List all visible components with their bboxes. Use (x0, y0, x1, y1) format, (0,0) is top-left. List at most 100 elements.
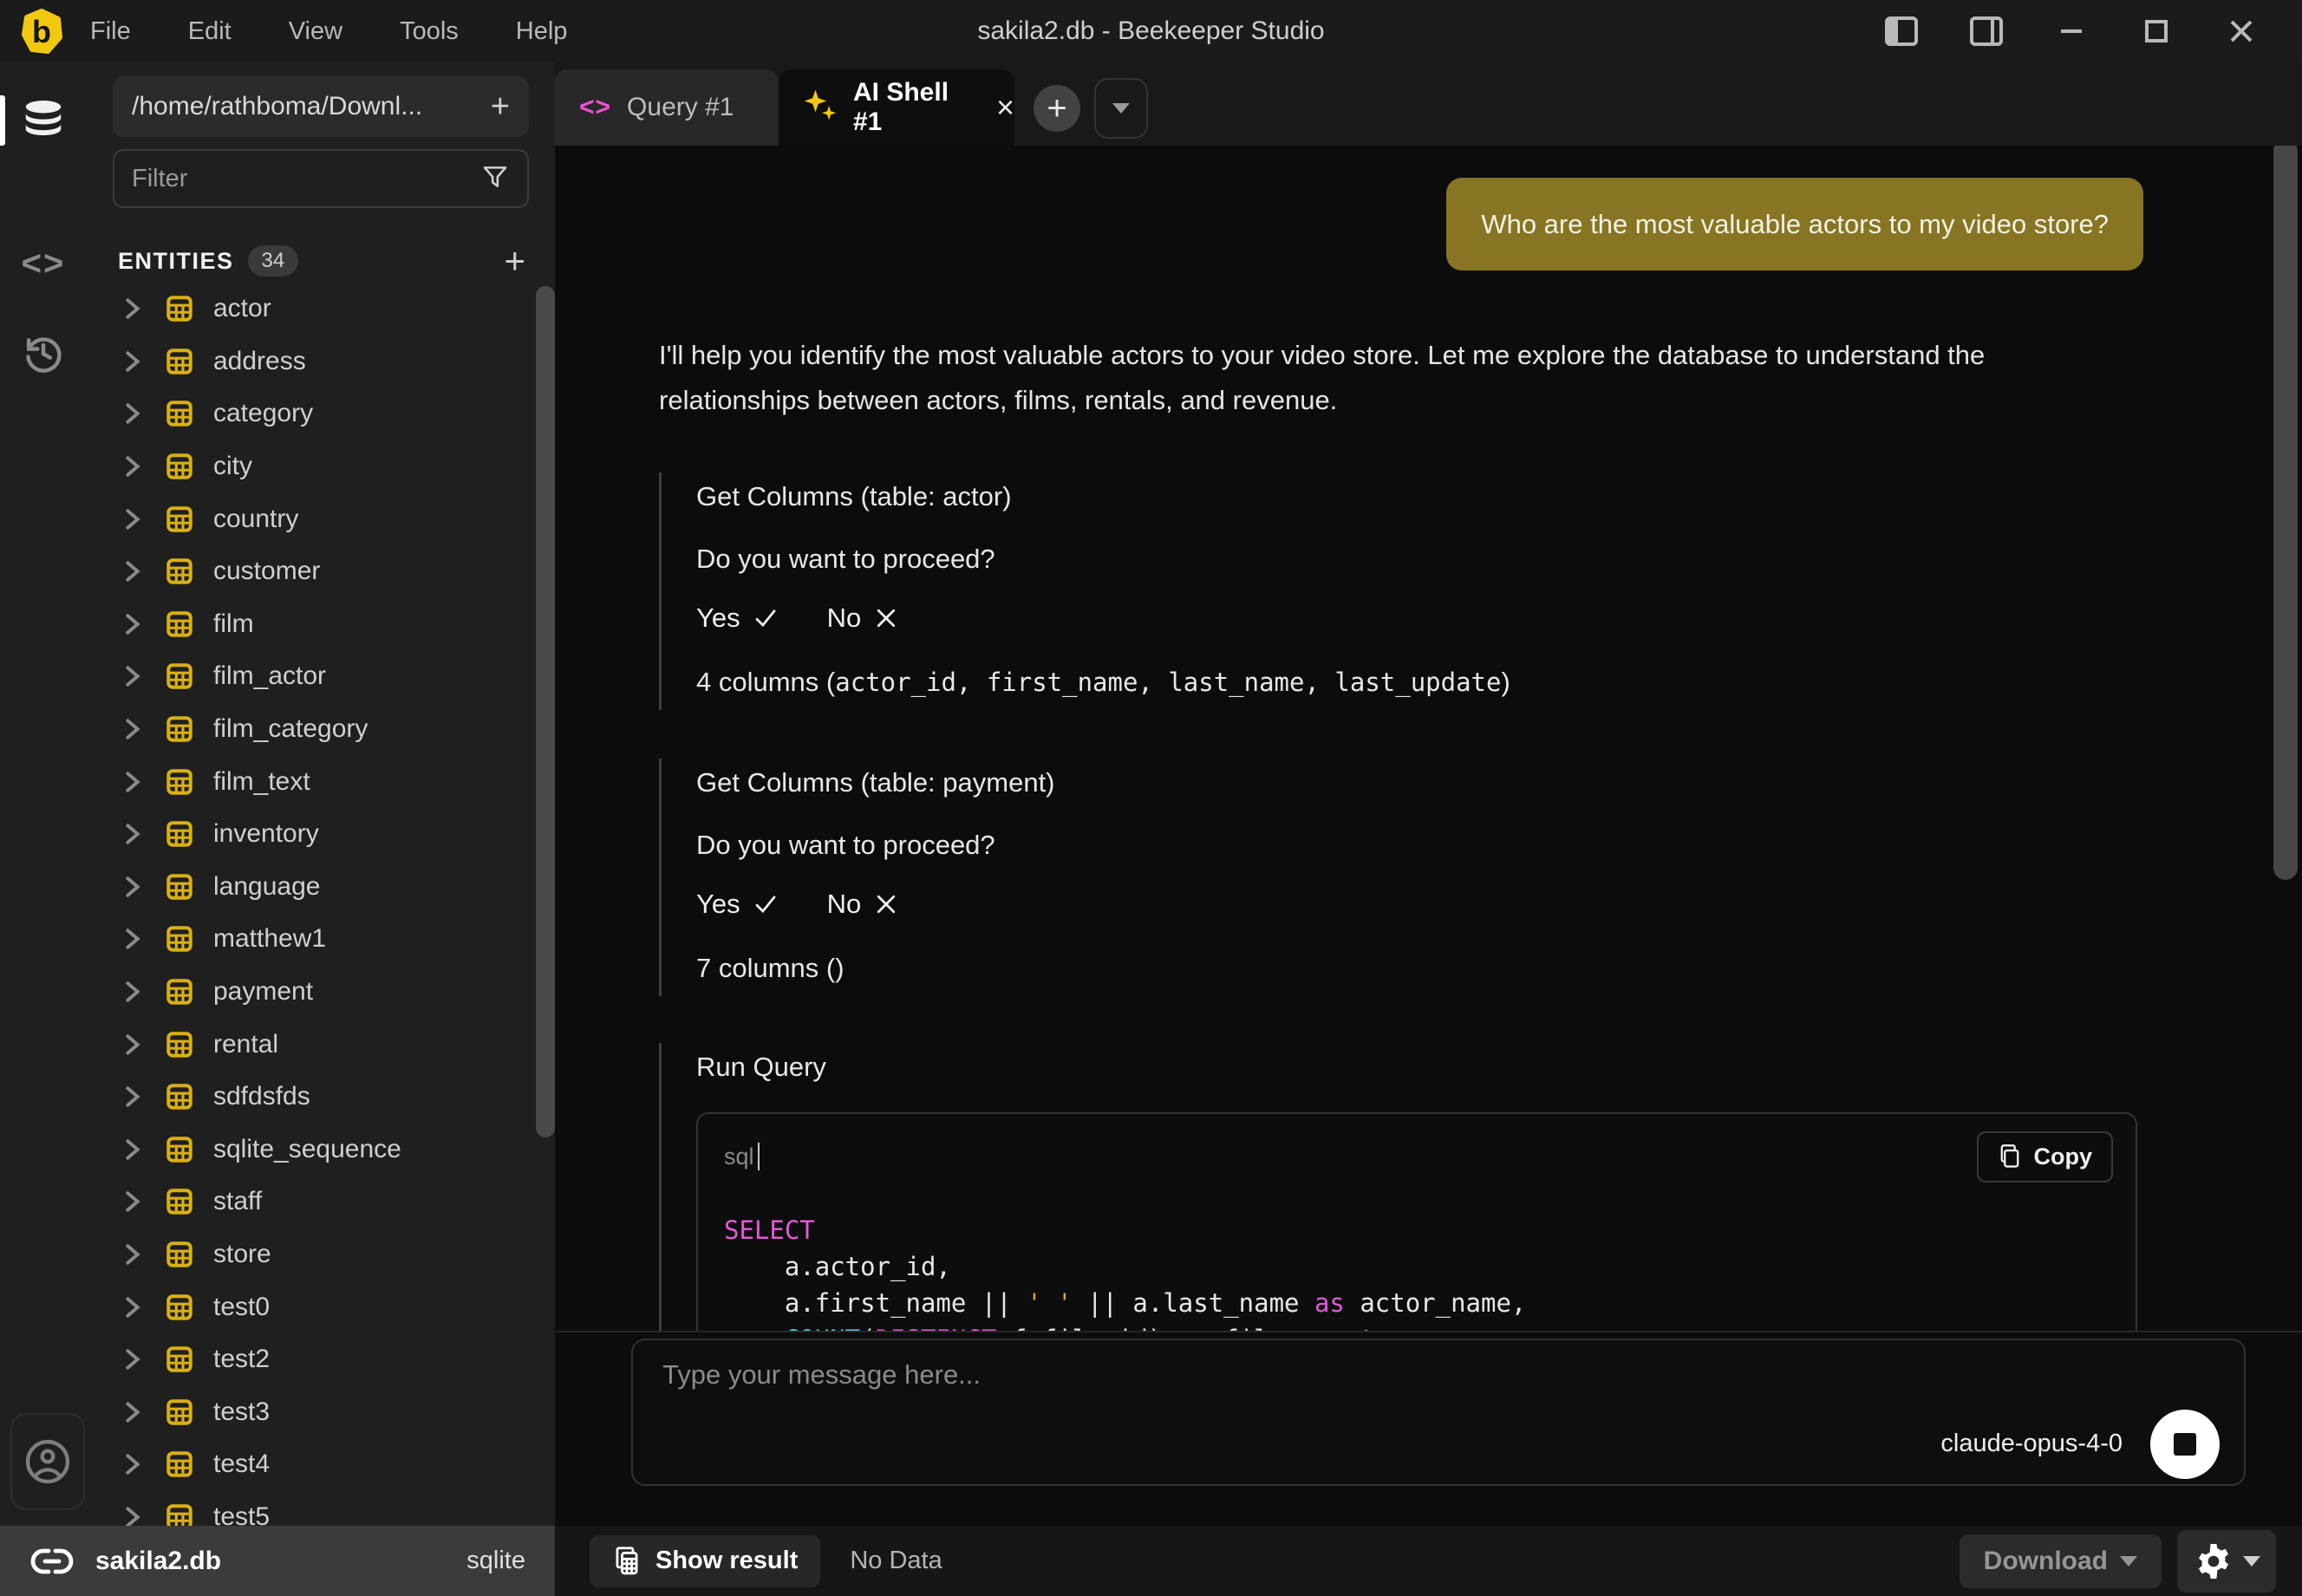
yes-button[interactable]: Yes (696, 889, 779, 920)
menu-item[interactable]: Tools (400, 17, 459, 46)
tab-dropdown-button[interactable] (1094, 78, 1148, 139)
entity-row[interactable]: customer (87, 545, 555, 598)
minimize-icon[interactable] (2054, 14, 2089, 49)
chevron-right-icon[interactable] (123, 1033, 149, 1056)
entity-row[interactable]: actor (87, 283, 555, 335)
chat-scrollbar[interactable] (2273, 146, 2298, 880)
show-result-button[interactable]: Show result (590, 1535, 820, 1587)
model-label[interactable]: claude-opus-4-0 (1940, 1430, 2123, 1458)
tab-query-1[interactable]: <> Query #1 (555, 69, 779, 146)
database-path-selector[interactable]: /home/rathboma/Downl... + (113, 76, 529, 137)
chevron-right-icon[interactable] (123, 771, 149, 793)
entity-row[interactable]: category (87, 388, 555, 440)
chevron-right-icon[interactable] (123, 876, 149, 898)
chevron-right-icon[interactable] (123, 1190, 149, 1213)
history-icon[interactable] (0, 329, 87, 376)
menu-item[interactable]: View (289, 17, 342, 46)
yes-button[interactable]: Yes (696, 603, 779, 634)
settings-button[interactable] (2177, 1530, 2276, 1593)
entities-header: ENTITIES 34 + (118, 241, 525, 281)
chevron-right-icon[interactable] (123, 1138, 149, 1161)
run-query-block: Run Query sql Copy SELECT a.actor_id, a.… (659, 1043, 2143, 1331)
chevron-right-icon[interactable] (123, 1085, 149, 1108)
chevron-right-icon[interactable] (123, 823, 149, 845)
maximize-icon[interactable] (2139, 14, 2174, 49)
chevron-right-icon[interactable] (123, 613, 149, 635)
close-window-icon[interactable] (2224, 14, 2259, 49)
no-button[interactable]: No (827, 603, 900, 634)
chevron-right-icon[interactable] (123, 928, 149, 950)
table-icon (165, 1187, 194, 1216)
sql-code[interactable]: SELECT a.actor_id, a.first_name || ' ' |… (698, 1189, 2136, 1331)
entity-row[interactable]: country (87, 492, 555, 545)
chevron-right-icon[interactable] (123, 718, 149, 740)
close-tab-icon[interactable]: × (996, 92, 1014, 123)
chevron-down-icon (2243, 1556, 2260, 1567)
entity-row[interactable]: language (87, 861, 555, 914)
entity-row[interactable]: sqlite_sequence (87, 1124, 555, 1176)
entity-row[interactable]: test4 (87, 1438, 555, 1491)
entity-label: film_text (213, 767, 310, 797)
entity-row[interactable]: sdfdsfds (87, 1071, 555, 1124)
menu-item[interactable]: Edit (188, 17, 232, 46)
chevron-right-icon[interactable] (123, 402, 149, 425)
chevron-right-icon[interactable] (123, 1296, 149, 1319)
filter-field (113, 149, 529, 208)
toggle-right-panel-icon[interactable] (1969, 14, 2004, 49)
entity-row[interactable]: film (87, 598, 555, 651)
chevron-right-icon[interactable] (123, 1401, 149, 1423)
chevron-right-icon[interactable] (123, 1243, 149, 1266)
entity-row[interactable]: city (87, 440, 555, 493)
entity-row[interactable]: test2 (87, 1333, 555, 1386)
copy-icon (1998, 1143, 2022, 1169)
entity-row[interactable]: test3 (87, 1385, 555, 1438)
add-entity-icon[interactable]: + (504, 243, 525, 279)
message-input[interactable] (662, 1359, 1876, 1391)
sidebar-scrollbar[interactable] (536, 286, 555, 1137)
chevron-right-icon[interactable] (123, 508, 149, 531)
toggle-left-panel-icon[interactable] (1884, 14, 1919, 49)
tab-ai-shell-1[interactable]: AI Shell #1 × (779, 69, 1014, 146)
entity-row[interactable]: film_text (87, 755, 555, 808)
entity-row[interactable]: staff (87, 1176, 555, 1228)
stop-button[interactable] (2150, 1410, 2220, 1479)
entity-row[interactable]: address (87, 335, 555, 388)
add-database-icon[interactable]: + (491, 90, 510, 123)
download-button[interactable]: Download (1960, 1534, 2162, 1588)
entity-row[interactable]: test0 (87, 1280, 555, 1333)
code-line: a.actor_id, (724, 1248, 2110, 1285)
entity-row[interactable]: store (87, 1228, 555, 1281)
entity-row[interactable]: rental (87, 1018, 555, 1071)
chevron-right-icon[interactable] (123, 665, 149, 687)
chevron-right-icon[interactable] (123, 455, 149, 478)
message-input-box[interactable]: claude-opus-4-0 (631, 1339, 2246, 1486)
code-panel-icon[interactable]: <> (0, 244, 87, 283)
database-icon[interactable] (0, 97, 87, 144)
chevron-right-icon[interactable] (123, 350, 149, 373)
chevron-right-icon[interactable] (123, 560, 149, 583)
chevron-right-icon[interactable] (123, 297, 149, 320)
table-icon (165, 924, 194, 954)
entity-row[interactable]: payment (87, 966, 555, 1019)
chevron-right-icon[interactable] (123, 1506, 149, 1526)
account-button[interactable] (10, 1413, 85, 1510)
no-button[interactable]: No (827, 889, 900, 920)
chevron-right-icon[interactable] (123, 980, 149, 1003)
entity-row[interactable]: film_actor (87, 650, 555, 703)
copy-button[interactable]: Copy (1977, 1131, 2114, 1182)
new-tab-button[interactable]: + (1034, 85, 1080, 132)
entity-row[interactable]: test5 (87, 1491, 555, 1526)
chevron-right-icon[interactable] (123, 1348, 149, 1371)
menu-item[interactable]: File (90, 17, 131, 46)
menu-item[interactable]: Help (516, 17, 568, 46)
entity-row[interactable]: film_category (87, 703, 555, 756)
filter-input[interactable] (132, 165, 480, 193)
entity-row[interactable]: inventory (87, 808, 555, 861)
stop-icon (2174, 1433, 2196, 1456)
chevron-right-icon[interactable] (123, 1453, 149, 1475)
table-icon (165, 1030, 194, 1059)
entity-row[interactable]: matthew1 (87, 913, 555, 966)
download-label: Download (1984, 1547, 2108, 1576)
connection-status[interactable]: sakila2.db sqlite (0, 1526, 555, 1596)
table-icon (165, 1345, 194, 1374)
